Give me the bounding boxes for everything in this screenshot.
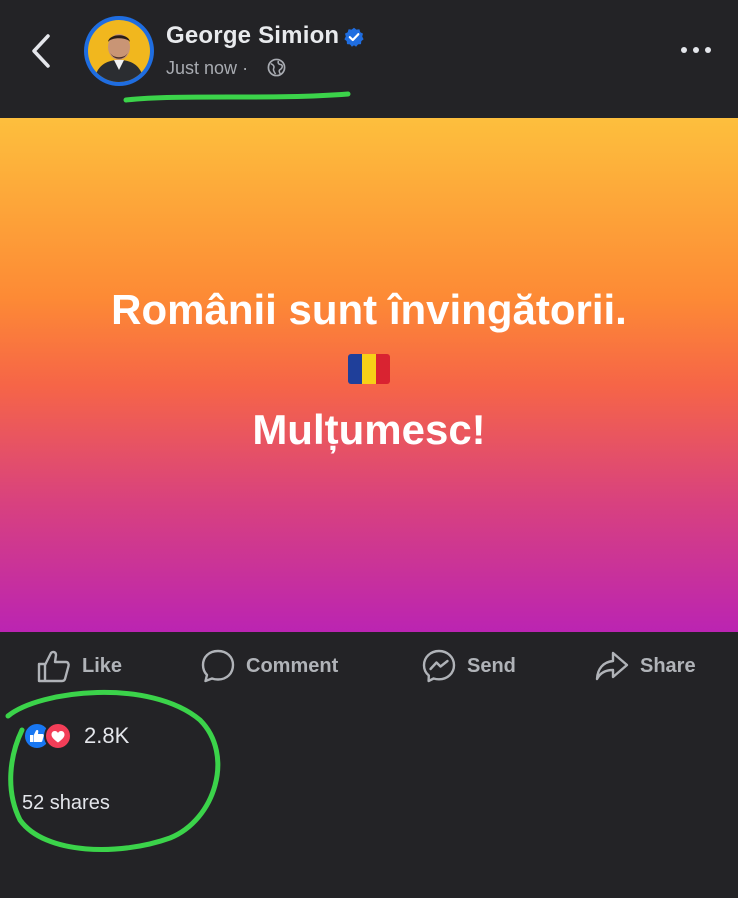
post-background-card[interactable]: Românii sunt învingătorii. Mulțumesc! xyxy=(0,118,738,632)
comment-button[interactable]: Comment xyxy=(200,648,338,684)
post-text-line-1: Românii sunt învingătorii. xyxy=(111,286,627,333)
avatar[interactable] xyxy=(84,16,154,86)
meta-separator: · xyxy=(242,58,249,78)
messenger-icon xyxy=(422,649,456,683)
profile-photo xyxy=(88,20,150,82)
like-label: Like xyxy=(82,654,123,677)
post-header: George Simion Just now · xyxy=(0,0,738,118)
send-label: Send xyxy=(467,654,516,677)
more-options-icon[interactable] xyxy=(676,40,716,60)
green-underline-annotation xyxy=(123,91,351,103)
share-button[interactable]: Share xyxy=(594,648,696,684)
send-button[interactable]: Send xyxy=(421,648,516,684)
globe-icon xyxy=(267,58,286,77)
like-button[interactable]: Like xyxy=(36,648,122,684)
share-arrow-icon xyxy=(595,651,629,681)
share-label: Share xyxy=(640,654,696,677)
post-timestamp[interactable]: Just now xyxy=(166,58,237,78)
comment-label: Comment xyxy=(246,654,339,677)
green-circle-annotation xyxy=(5,689,221,852)
post-text-line-2: Mulțumesc! xyxy=(252,406,486,453)
post-meta: Just now · xyxy=(166,58,248,79)
comment-bubble-icon xyxy=(201,649,235,683)
back-arrow-icon[interactable] xyxy=(22,28,62,74)
thumbs-up-icon xyxy=(37,650,70,683)
romania-flag-emoji xyxy=(348,354,390,384)
verified-badge-icon xyxy=(344,27,364,47)
author-name[interactable]: George Simion xyxy=(166,22,339,50)
